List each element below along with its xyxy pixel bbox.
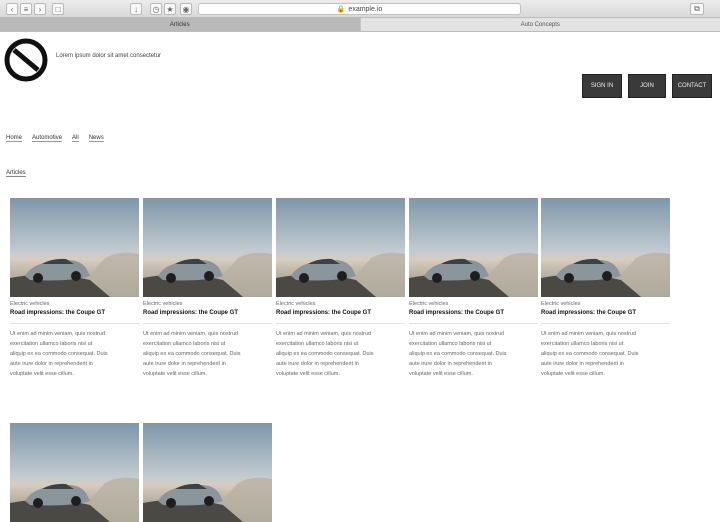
desc-line: aliquip ex ea commodo consequat. Duis (10, 349, 139, 359)
button-label: JOIN (640, 83, 654, 89)
card-title[interactable]: Road impressions: the Coupe GT (276, 310, 405, 316)
article-card[interactable]: Electric vehicles Road impressions: the … (10, 198, 139, 379)
article-card[interactable]: Electric vehicles Road impressions: the … (541, 198, 670, 379)
article-thumbnail[interactable] (276, 198, 405, 297)
article-thumbnail[interactable] (409, 198, 538, 297)
desc-line: exercitation ullamco laboris nisi ut (409, 339, 538, 349)
card-category: Electric vehicles (10, 301, 139, 307)
article-card[interactable]: Electric vehicles Road impressions: the … (409, 198, 538, 379)
card-category: Electric vehicles (276, 301, 405, 307)
tab-articles[interactable]: Articles (0, 18, 360, 31)
desc-line: aute irure dolor in reprehenderit in (541, 359, 670, 369)
desc-line: Ut enim ad minim veniam, quis nostrud (10, 329, 139, 339)
desc-line: Ut enim ad minim veniam, quis nostrud (409, 329, 538, 339)
article-thumbnail[interactable] (10, 423, 139, 522)
tab-bar: Articles Auto Concepts (0, 18, 720, 32)
desc-line: Ut enim ad minim veniam, quis nostrud (143, 329, 272, 339)
article-thumbnail[interactable] (541, 198, 670, 297)
card-title[interactable]: Road impressions: the Coupe GT (541, 310, 670, 316)
sidebar-toggle-icon[interactable]: ‹ (6, 3, 18, 15)
section-title: Articles (6, 170, 26, 177)
tabs-overview-icon[interactable]: ⧉ (690, 3, 704, 15)
tab-label: Articles (170, 22, 190, 28)
article-thumbnail[interactable] (143, 198, 272, 297)
address-text: example.io (348, 6, 382, 13)
site-logo[interactable] (4, 38, 48, 82)
card-description: Ut enim ad minim veniam, quis nostrud ex… (541, 329, 670, 379)
card-description: Ut enim ad minim veniam, quis nostrud ex… (409, 329, 538, 379)
desc-line: voluptate velit esse cillum. (409, 369, 538, 379)
divider (409, 323, 538, 324)
card-description: Ut enim ad minim veniam, quis nostrud ex… (143, 329, 272, 379)
desc-line: voluptate velit esse cillum. (276, 369, 405, 379)
button-label: SIGN IN (591, 83, 613, 89)
article-thumbnail[interactable] (10, 198, 139, 297)
desc-line: exercitation ullamco laboris nisi ut (541, 339, 670, 349)
desc-line: aliquip ex ea commodo consequat. Duis (409, 349, 538, 359)
breadcrumb-item[interactable]: News (89, 135, 104, 142)
breadcrumb-item[interactable]: Automotive (32, 135, 62, 142)
desc-line: voluptate velit esse cillum. (541, 369, 670, 379)
desc-line: voluptate velit esse cillum. (10, 369, 139, 379)
tab-label: Auto Concepts (521, 22, 560, 28)
card-description: Ut enim ad minim veniam, quis nostrud ex… (10, 329, 139, 379)
card-title[interactable]: Road impressions: the Coupe GT (409, 310, 538, 316)
desc-line: aliquip ex ea commodo consequat. Duis (143, 349, 272, 359)
divider (276, 323, 405, 324)
article-card[interactable] (10, 423, 139, 522)
breadcrumb-item[interactable]: Home (6, 135, 22, 142)
share-icon[interactable]: □ (52, 3, 64, 15)
card-category: Electric vehicles (541, 301, 670, 307)
lock-icon: 🔒 (337, 5, 346, 13)
desc-line: aute irure dolor in reprehenderit in (143, 359, 272, 369)
article-card[interactable]: Electric vehicles Road impressions: the … (276, 198, 405, 379)
history-icon[interactable]: ◷ (150, 3, 162, 15)
desc-line: Ut enim ad minim veniam, quis nostrud (541, 329, 670, 339)
card-title[interactable]: Road impressions: the Coupe GT (10, 310, 139, 316)
breadcrumb: Home Automotive All News (6, 135, 104, 142)
desc-line: aliquip ex ea commodo consequat. Duis (276, 349, 405, 359)
desc-line: aute irure dolor in reprehenderit in (10, 359, 139, 369)
article-card[interactable] (143, 423, 272, 522)
site-tagline: Lorem ipsum dolor sit amet consectetur (56, 53, 161, 59)
reader-icon[interactable]: ≡ (20, 3, 32, 15)
shield-icon[interactable]: ◉ (180, 3, 192, 15)
desc-line: Ut enim ad minim veniam, quis nostrud (276, 329, 405, 339)
contact-button[interactable]: CONTACT (672, 74, 712, 98)
desc-line: aute irure dolor in reprehenderit in (276, 359, 405, 369)
desc-line: exercitation ullamco laboris nisi ut (10, 339, 139, 349)
desc-line: voluptate velit esse cillum. (143, 369, 272, 379)
divider (10, 323, 139, 324)
browser-toolbar: ‹ ≡ › □ ↓ ◷ ★ ◉ 🔒 example.io ⧉ (0, 0, 720, 18)
tab-auto-concepts[interactable]: Auto Concepts (360, 18, 720, 31)
article-card[interactable]: Electric vehicles Road impressions: the … (143, 198, 272, 379)
article-thumbnail[interactable] (143, 423, 272, 522)
desc-line: aliquip ex ea commodo consequat. Duis (541, 349, 670, 359)
breadcrumb-item[interactable]: All (72, 135, 79, 142)
desc-line: exercitation ullamco laboris nisi ut (143, 339, 272, 349)
forward-icon[interactable]: › (34, 3, 46, 15)
join-button[interactable]: JOIN (628, 74, 666, 98)
desc-line: exercitation ullamco laboris nisi ut (276, 339, 405, 349)
card-category: Electric vehicles (143, 301, 272, 307)
sign-in-button[interactable]: SIGN IN (582, 74, 622, 98)
card-title[interactable]: Road impressions: the Coupe GT (143, 310, 272, 316)
divider (541, 323, 670, 324)
button-label: CONTACT (678, 83, 707, 89)
divider (143, 323, 272, 324)
address-bar[interactable]: 🔒 example.io (198, 3, 521, 15)
card-category: Electric vehicles (409, 301, 538, 307)
desc-line: aute irure dolor in reprehenderit in (409, 359, 538, 369)
downloads-icon[interactable]: ↓ (130, 3, 142, 15)
bookmarks-icon[interactable]: ★ (164, 3, 176, 15)
card-description: Ut enim ad minim veniam, quis nostrud ex… (276, 329, 405, 379)
